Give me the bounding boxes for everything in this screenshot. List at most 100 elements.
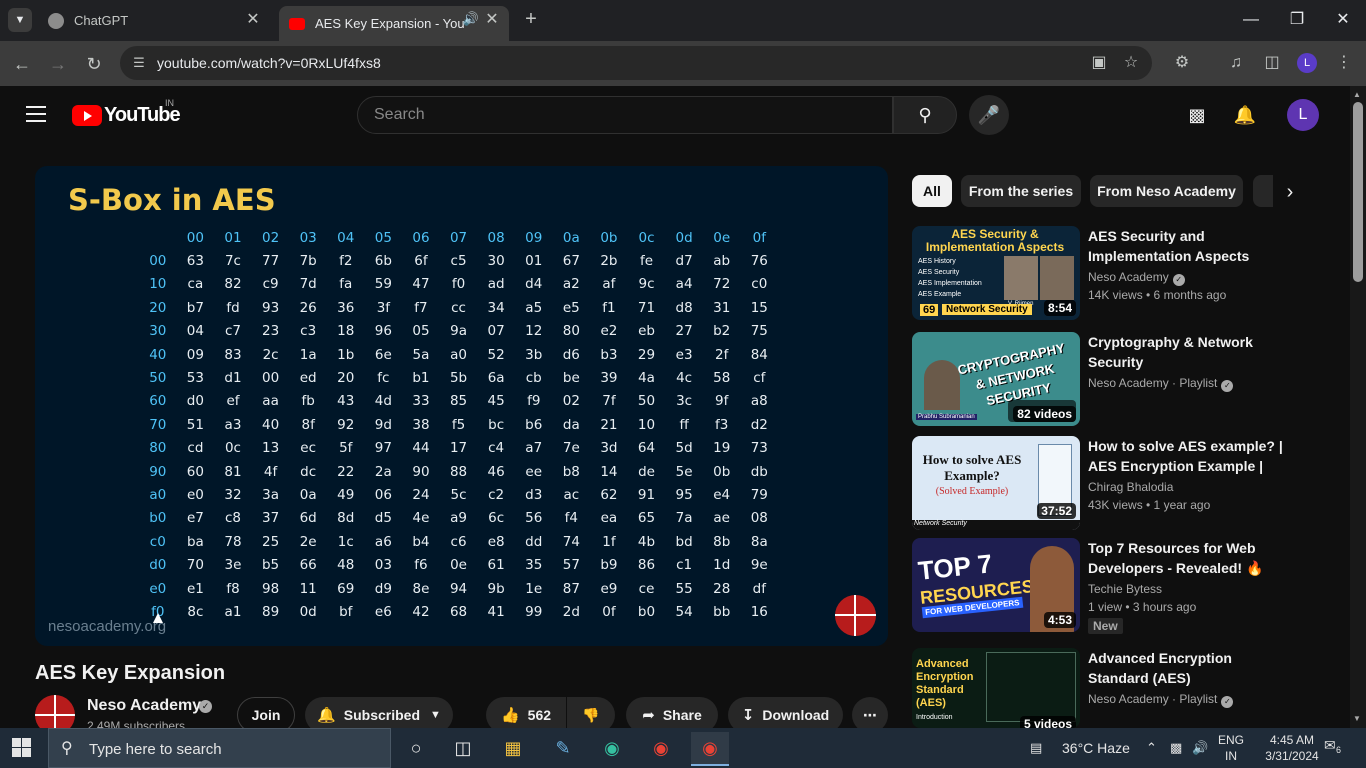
tab-chatgpt[interactable]: ChatGPT ✕	[38, 6, 270, 35]
tab-search-button[interactable]: ▼	[8, 8, 32, 32]
recommendation-title[interactable]: AES Security and Implementation Aspects	[1088, 226, 1293, 266]
menu-icon[interactable]: ⋮	[1333, 52, 1355, 74]
taskbar-search-placeholder: Type here to search	[89, 741, 222, 758]
recommendation-channel[interactable]: Neso Academy ✓	[1088, 270, 1185, 286]
sbox-cell: 71	[637, 299, 656, 316]
playlist-thumbnail[interactable]: Advanced Encryption Standard (AES) Intro…	[912, 648, 1080, 728]
close-window-button[interactable]: ✕	[1330, 8, 1356, 32]
page-scrollbar[interactable]: ▲ ▼	[1350, 86, 1366, 728]
video-thumbnail[interactable]: How to solve AES Example? (Solved Exampl…	[912, 436, 1080, 530]
chevron-up-icon[interactable]: ⌃	[1146, 740, 1157, 756]
file-explorer-icon[interactable]: ▦	[494, 732, 532, 766]
sbox-cell: 8e	[412, 580, 430, 597]
side-panel-icon[interactable]: ◫	[1261, 52, 1283, 74]
close-tab-icon[interactable]: ✕	[244, 11, 262, 29]
notifications-bell-icon[interactable]: 🔔	[1233, 103, 1257, 127]
chip-from-neso[interactable]: From Neso Academy	[1090, 175, 1243, 207]
recommendation-meta: 1 view • 3 hours ago	[1088, 600, 1197, 614]
youtube-logo[interactable]: YouTube IN	[72, 98, 181, 126]
bookmark-star-icon[interactable]: ☆	[1120, 52, 1142, 74]
recommendation-item[interactable]: TOP 7 RESOURCES FOR WEB DEVELOPERS 4:53 …	[912, 538, 1312, 634]
chevron-down-icon: ▼	[430, 709, 441, 721]
cortana-icon[interactable]: ○	[397, 732, 435, 766]
scroll-up-icon[interactable]: ▲	[1353, 90, 1361, 99]
sbox-cell: a7	[525, 440, 543, 457]
chip-partial[interactable]	[1253, 175, 1273, 207]
subscribed-label: Subscribed	[343, 707, 421, 723]
profile-avatar[interactable]: L	[1297, 53, 1317, 73]
weather-text[interactable]: 36°C Haze	[1062, 740, 1130, 756]
create-video-icon[interactable]: ▩	[1185, 103, 1209, 127]
reload-button[interactable]: ↻	[82, 52, 106, 76]
sbox-cell: e5	[562, 299, 580, 316]
task-view-icon[interactable]: ◫	[444, 732, 482, 766]
search-button[interactable]: ⚲	[893, 96, 957, 134]
new-tab-button[interactable]: +	[520, 8, 542, 30]
recommendation-title[interactable]: Top 7 Resources for Web Developers - Rev…	[1088, 538, 1293, 578]
tab-youtube[interactable]: AES Key Expansion - YouTube 🔊 ✕	[279, 6, 509, 41]
edge-browser-icon[interactable]: ◉	[593, 732, 631, 766]
address-bar[interactable]: ☰ youtube.com/watch?v=0RxLUf4fxs8 ▣ ☆	[120, 46, 1152, 80]
minimize-button[interactable]: —	[1238, 8, 1264, 32]
restore-button[interactable]: ❐	[1284, 8, 1310, 32]
windows-start-icon[interactable]	[12, 738, 32, 758]
hamburger-menu-icon[interactable]	[26, 106, 46, 122]
chip-all[interactable]: All	[912, 175, 952, 207]
taskbar-search-input[interactable]: ⚲ Type here to search	[48, 728, 391, 768]
voice-search-button[interactable]: 🎤	[969, 95, 1009, 135]
site-info-icon[interactable]: ☰	[130, 54, 148, 72]
channel-name[interactable]: Neso Academy	[87, 697, 201, 715]
back-button[interactable]: ←	[10, 52, 34, 76]
sbox-cell: 0e	[450, 557, 467, 574]
sbox-cell: 53	[186, 370, 204, 387]
close-tab-icon[interactable]: ✕	[483, 11, 501, 29]
sbox-cell: 95	[675, 486, 693, 503]
recommendation-title[interactable]: How to solve AES example? | AES Encrypti…	[1088, 436, 1293, 476]
recommendation-title[interactable]: Advanced Encryption Standard (AES)	[1088, 648, 1293, 688]
sbox-row: b0 e7 c8 37 6d 8d d5 4e a9 6c 56 f4 ea 65 7a ae 08	[139, 507, 778, 530]
recommendation-item[interactable]: CRYPTOGRAPHY & NETWORK SECURITY Prabhu S…	[912, 332, 1312, 428]
sbox-cell: 96	[374, 323, 392, 340]
scroll-down-icon[interactable]: ▼	[1353, 714, 1361, 723]
media-control-icon[interactable]: ♫	[1225, 52, 1247, 74]
video-thumbnail[interactable]: AES Security & Implementation Aspects AE…	[912, 226, 1080, 320]
chrome-icon[interactable]: ◉	[642, 732, 680, 766]
sbox-cell: 25	[261, 533, 280, 550]
account-avatar[interactable]: L	[1287, 99, 1319, 131]
recommendation-item[interactable]: How to solve AES Example? (Solved Exampl…	[912, 436, 1312, 532]
weather-icon[interactable]: ▤	[1030, 740, 1042, 756]
sbox-cell: f4	[564, 510, 578, 527]
playlist-thumbnail[interactable]: CRYPTOGRAPHY & NETWORK SECURITY Prabhu S…	[912, 332, 1080, 426]
recommendation-item[interactable]: AES Security & Implementation Aspects AE…	[912, 226, 1312, 322]
language-indicator[interactable]: ENG IN	[1218, 732, 1244, 764]
audio-playing-icon[interactable]: 🔊	[463, 11, 479, 27]
sbox-cell: 3b	[525, 346, 543, 363]
network-icon[interactable]: ▩	[1170, 740, 1182, 756]
install-app-icon[interactable]: ▣	[1088, 52, 1110, 74]
recommendation-channel[interactable]: Neso Academy · Playlist ✓	[1088, 376, 1234, 392]
volume-icon[interactable]: 🔊	[1192, 740, 1208, 756]
notepad-app-icon[interactable]: ✎	[544, 732, 582, 766]
recommendation-channel[interactable]: Neso Academy · Playlist ✓	[1088, 692, 1234, 708]
notification-center-icon[interactable]: ✉ 6	[1324, 737, 1348, 759]
recommendation-channel[interactable]: Techie Bytess	[1088, 582, 1162, 596]
sbox-cell: 07	[487, 323, 505, 340]
extensions-icon[interactable]: ⚙	[1171, 52, 1193, 74]
url-text[interactable]: youtube.com/watch?v=0RxLUf4fxs8	[157, 55, 381, 71]
search-input[interactable]: Search	[357, 96, 893, 134]
recommendation-channel[interactable]: Chirag Bhalodia	[1088, 480, 1173, 494]
chip-from-series[interactable]: From the series	[961, 175, 1081, 207]
sbox-cell: 30	[487, 253, 505, 270]
chrome-profile-icon[interactable]: ◉	[691, 732, 729, 766]
sbox-cell: f8	[226, 580, 240, 597]
forward-button[interactable]: →	[46, 52, 70, 76]
recommendation-title[interactable]: Cryptography & Network Security	[1088, 332, 1293, 372]
chevron-right-icon[interactable]: ›	[1278, 180, 1302, 204]
video-player[interactable]: S-Box in AES 00 01 02 03 04 05 06 07 08 09 0a 0b 0c 0…	[35, 166, 888, 646]
video-thumbnail[interactable]: TOP 7 RESOURCES FOR WEB DEVELOPERS 4:53	[912, 538, 1080, 632]
clock[interactable]: 4:45 AM 3/31/2024	[1264, 732, 1320, 764]
sbox-cell: 0c	[224, 440, 241, 457]
thumb-portrait	[1004, 256, 1038, 300]
scrollbar-thumb[interactable]	[1353, 102, 1363, 282]
sbox-cell: 8d	[337, 510, 355, 527]
